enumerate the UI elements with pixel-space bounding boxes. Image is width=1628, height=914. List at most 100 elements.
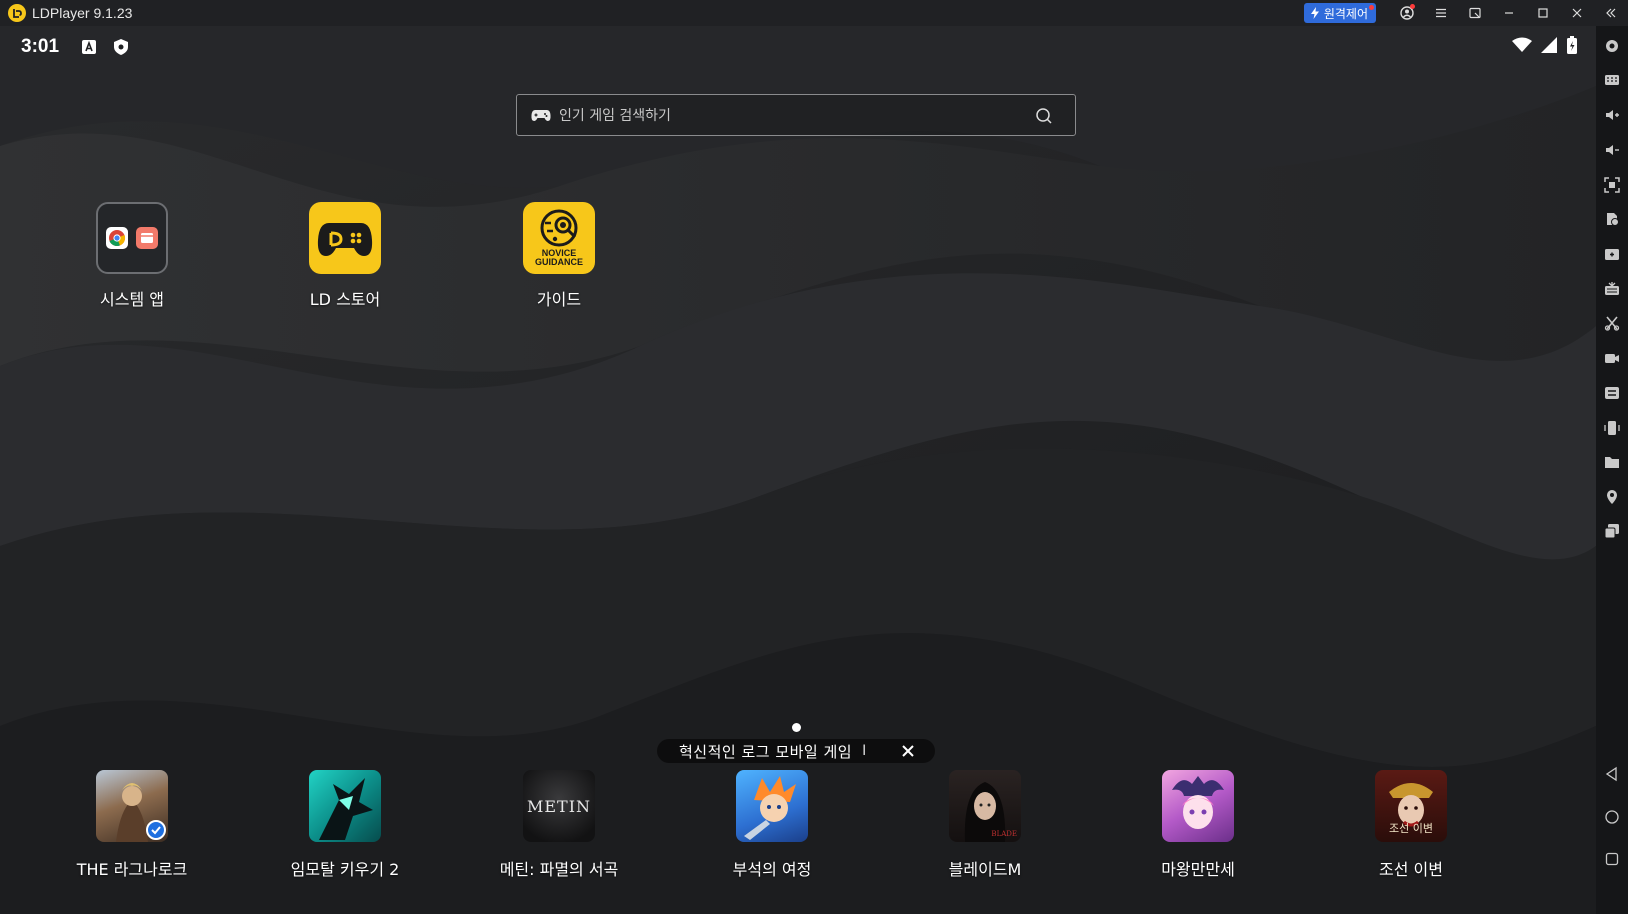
search-icon[interactable] bbox=[1035, 107, 1053, 125]
screenshot-icon bbox=[1605, 249, 1619, 260]
joseon-app-icon: 조선 이변 bbox=[1375, 770, 1447, 842]
app-label: 마왕만만세 bbox=[1161, 860, 1235, 879]
chrome-icon bbox=[106, 227, 128, 249]
sidebar-volume-up[interactable] bbox=[1603, 106, 1621, 124]
maximize-icon bbox=[1538, 8, 1548, 18]
app-label: 블레이드M bbox=[948, 860, 1022, 879]
dock-app-journey[interactable]: 부석의 여정 bbox=[697, 770, 847, 880]
dock-app-demon-king[interactable]: 마왕만만세 bbox=[1123, 770, 1273, 880]
banner-separator: I bbox=[862, 743, 867, 759]
sidebar-shake[interactable] bbox=[1603, 419, 1621, 437]
dock-app-immortal[interactable]: 임모탈 키우기 2 bbox=[270, 770, 420, 880]
search-placeholder: 인기 게임 검색하기 bbox=[559, 108, 671, 124]
app-guide[interactable]: NOVICE GUIDANCE 가이드 bbox=[484, 202, 634, 310]
app-system-apps[interactable]: 시스템 앱 bbox=[57, 202, 207, 310]
sidebar-settings[interactable] bbox=[1603, 37, 1621, 55]
recents-square-icon bbox=[1605, 852, 1619, 866]
dock-app-blade[interactable]: BLADE 블레이드M bbox=[910, 770, 1060, 880]
fullscreen-icon bbox=[1604, 177, 1620, 193]
keyboard-a-icon bbox=[82, 40, 96, 54]
sidebar-fullscreen[interactable] bbox=[1603, 176, 1621, 194]
apk-icon bbox=[1607, 213, 1619, 226]
sidebar-multi-instance[interactable] bbox=[1603, 522, 1621, 540]
dock-app-metin[interactable]: METIN 메틴: 파멸의 서곡 bbox=[484, 770, 634, 880]
sidebar-keyboard-mapping[interactable] bbox=[1603, 71, 1621, 89]
maximize-button[interactable] bbox=[1526, 0, 1560, 26]
banner-text: 혁신적인 로그 모바일 게임 bbox=[679, 742, 853, 761]
page-indicator-dot bbox=[792, 723, 801, 732]
menu-button[interactable] bbox=[1424, 0, 1458, 26]
metin-icon-text: METIN bbox=[526, 796, 592, 816]
double-chevron-left-icon bbox=[1606, 8, 1616, 18]
sidebar-operation-recording[interactable] bbox=[1603, 280, 1621, 298]
sidebar-shared-folder[interactable] bbox=[1603, 453, 1621, 471]
scissors-icon bbox=[1604, 316, 1620, 331]
nav-home-button[interactable] bbox=[1603, 808, 1621, 826]
sidebar-install-apk[interactable] bbox=[1603, 210, 1621, 228]
ld-store-gamepad-icon bbox=[309, 202, 381, 274]
sidebar-location[interactable] bbox=[1603, 488, 1621, 506]
signal-icon bbox=[1541, 37, 1557, 53]
ldplayer-logo-icon bbox=[8, 4, 26, 22]
joseon-icon-text: 조선 이변 bbox=[1389, 822, 1433, 835]
nav-back-button[interactable] bbox=[1603, 765, 1621, 783]
gallery-icon bbox=[166, 227, 168, 249]
remote-control-label: 원격제어 bbox=[1323, 6, 1368, 21]
status-time: 3:01 bbox=[21, 36, 60, 57]
bolt-icon bbox=[1310, 7, 1319, 19]
app-label: 부석의 여정 bbox=[732, 860, 812, 879]
title-bar: LDPlayer 9.1.23 원격제어 bbox=[0, 0, 1628, 26]
video-camera-icon bbox=[1605, 354, 1619, 363]
app-label: 시스템 앱 bbox=[100, 290, 164, 309]
novice-guidance-icon: NOVICE GUIDANCE bbox=[523, 202, 595, 274]
battery-charging-icon bbox=[1567, 36, 1577, 54]
wifi-icon bbox=[1512, 37, 1532, 52]
app-label: 임모탈 키우기 2 bbox=[290, 860, 400, 879]
app-label: 가이드 bbox=[536, 290, 582, 309]
folder-icon bbox=[1605, 457, 1619, 468]
pip-button[interactable] bbox=[1458, 0, 1492, 26]
app-label: LD 스토어 bbox=[309, 290, 381, 309]
app-label: 조선 이변 bbox=[1379, 860, 1443, 879]
remote-control-button[interactable]: 원격제어 bbox=[1303, 3, 1376, 23]
blade-app-icon: BLADE bbox=[949, 770, 1021, 842]
folder-icon bbox=[96, 202, 168, 274]
hamburger-icon bbox=[1436, 8, 1446, 18]
gear-icon bbox=[1606, 40, 1618, 52]
promo-banner[interactable]: 혁신적인 로그 모바일 게임 I bbox=[657, 739, 935, 763]
close-button[interactable] bbox=[1560, 0, 1594, 26]
immortal-app-icon bbox=[309, 770, 381, 842]
blade-icon-text: BLADE bbox=[991, 830, 1017, 838]
macro-icon bbox=[1605, 282, 1619, 295]
game-search-bar[interactable]: 인기 게임 검색하기 bbox=[516, 94, 1076, 136]
volume-up-icon bbox=[1606, 110, 1619, 120]
dock-app-joseon[interactable]: 조선 이변 조선 이변 bbox=[1336, 770, 1486, 880]
keyboard-icon bbox=[1605, 75, 1619, 85]
app-label: 메틴: 파멸의 서곡 bbox=[499, 860, 619, 879]
app-label: THE 라그나로크 bbox=[76, 860, 188, 879]
home-circle-icon bbox=[1605, 810, 1619, 824]
account-notification-dot bbox=[1410, 4, 1415, 9]
sync-icon bbox=[1605, 387, 1619, 399]
close-icon[interactable] bbox=[901, 744, 915, 758]
collapse-sidebar-button[interactable] bbox=[1594, 0, 1628, 26]
app-ld-store[interactable]: LD 스토어 bbox=[270, 202, 420, 310]
sidebar-sync[interactable] bbox=[1603, 384, 1621, 402]
sidebar-cut[interactable] bbox=[1603, 314, 1621, 332]
minimize-button[interactable] bbox=[1492, 0, 1526, 26]
nav-recents-button[interactable] bbox=[1603, 850, 1621, 868]
dock-app-ragnarok[interactable]: THE 라그나로크 bbox=[57, 770, 207, 880]
sidebar-video-record[interactable] bbox=[1603, 349, 1621, 367]
account-button[interactable] bbox=[1390, 0, 1424, 26]
popout-icon bbox=[1469, 7, 1481, 19]
window-title: LDPlayer 9.1.23 bbox=[32, 5, 133, 21]
volume-down-icon bbox=[1606, 145, 1619, 155]
shield-icon bbox=[114, 39, 128, 55]
close-icon bbox=[1572, 8, 1582, 18]
sidebar-volume-down[interactable] bbox=[1603, 141, 1621, 159]
emulator-sidebar bbox=[1596, 26, 1628, 914]
guide-icon-text: NOVICE GUIDANCE bbox=[534, 248, 583, 267]
metin-app-icon: METIN bbox=[523, 770, 595, 842]
back-triangle-icon bbox=[1605, 766, 1617, 782]
sidebar-screenshot[interactable] bbox=[1603, 245, 1621, 263]
